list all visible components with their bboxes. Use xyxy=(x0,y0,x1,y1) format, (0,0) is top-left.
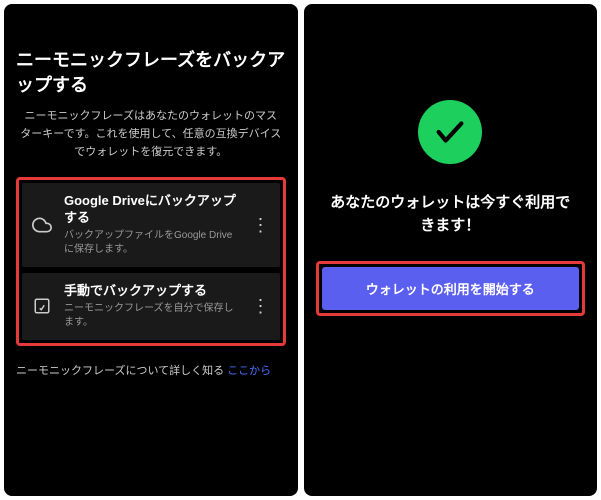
option-title: Google Driveにバックアップする xyxy=(64,193,240,227)
highlight-box: ウォレットの利用を開始する xyxy=(316,261,586,316)
cloud-icon xyxy=(30,215,54,235)
option-text: Google Driveにバックアップする バックアップファイルをGoogle … xyxy=(64,193,240,257)
backup-google-drive-option[interactable]: Google Driveにバックアップする バックアップファイルをGoogle … xyxy=(22,183,280,267)
success-check-icon xyxy=(418,100,482,164)
page-title: ニーモニックフレーズをバックアップする xyxy=(16,48,286,98)
center-content: あなたのウォレットは今すぐ利用できます！ ウォレットの利用を開始する xyxy=(316,100,586,316)
highlight-box: Google Driveにバックアップする バックアップファイルをGoogle … xyxy=(16,177,286,346)
start-wallet-button[interactable]: ウォレットの利用を開始する xyxy=(322,267,580,310)
ready-screen: あなたのウォレットは今すぐ利用できます！ ウォレットの利用を開始する xyxy=(304,4,598,496)
ready-message: あなたのウォレットは今すぐ利用できます！ xyxy=(316,192,586,237)
edit-icon xyxy=(30,297,54,315)
option-desc: ニーモニックフレーズを自分で保存します。 xyxy=(64,302,240,330)
learn-more-prefix: ニーモニックフレーズについて詳しく知る xyxy=(16,365,227,377)
more-icon[interactable]: ⋮ xyxy=(250,296,272,317)
option-desc: バックアップファイルをGoogle Driveに保存します。 xyxy=(64,229,240,257)
page-description: ニーモニックフレーズはあなたのウォレットのマスターキーです。これを使用して、任意… xyxy=(16,108,286,161)
option-text: 手動でバックアップする ニーモニックフレーズを自分で保存します。 xyxy=(64,283,240,330)
more-icon[interactable]: ⋮ xyxy=(250,215,272,236)
backup-screen: ニーモニックフレーズをバックアップする ニーモニックフレーズはあなたのウォレット… xyxy=(4,4,298,496)
learn-more-row: ニーモニックフレーズについて詳しく知る ここから xyxy=(16,362,286,378)
backup-manual-option[interactable]: 手動でバックアップする ニーモニックフレーズを自分で保存します。 ⋮ xyxy=(22,273,280,340)
learn-more-link[interactable]: ここから xyxy=(227,365,271,377)
option-title: 手動でバックアップする xyxy=(64,283,240,300)
